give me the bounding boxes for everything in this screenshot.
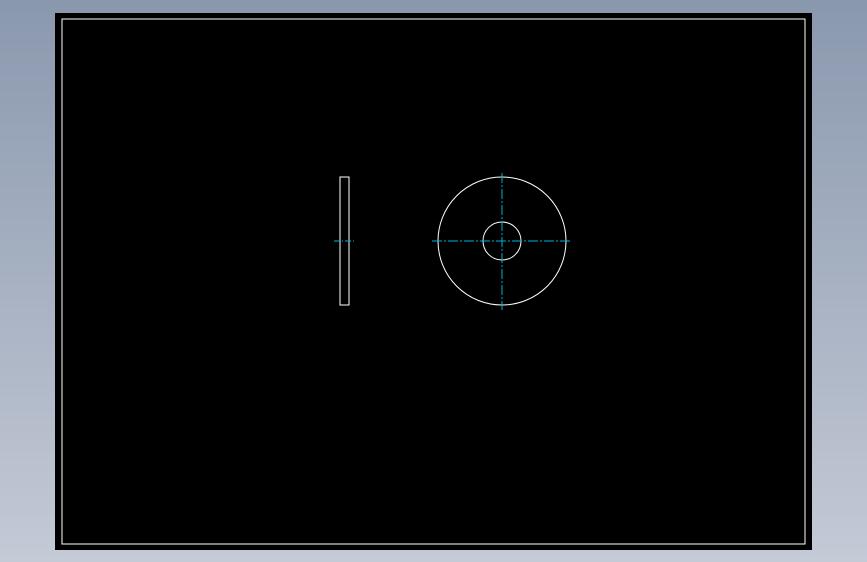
drawing-sheet	[55, 13, 812, 550]
drawing-canvas	[61, 18, 806, 545]
side-view	[334, 176, 355, 306]
front-view	[432, 173, 571, 310]
sheet-frame	[61, 18, 806, 545]
